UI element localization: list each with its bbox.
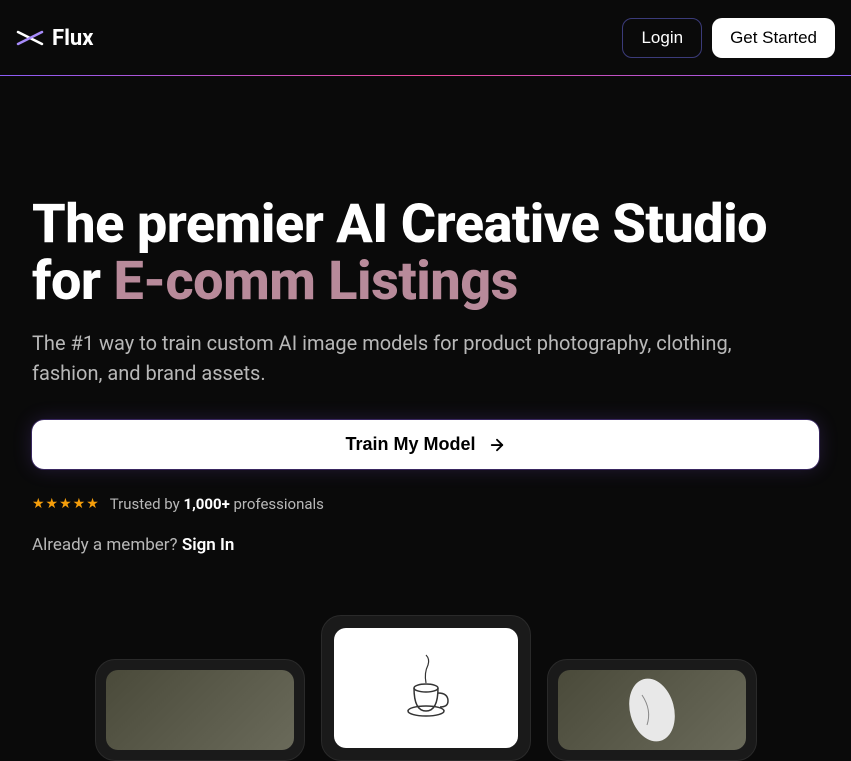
logo-icon	[16, 24, 44, 52]
hero-subtitle: The #1 way to train custom AI image mode…	[32, 328, 792, 388]
nav-buttons: Login Get Started	[622, 18, 835, 58]
member-prompt: Already a member?	[32, 535, 182, 555]
hero-title-highlight: E-comm Listings	[113, 250, 517, 313]
get-started-button[interactable]: Get Started	[712, 18, 835, 58]
login-button[interactable]: Login	[622, 18, 702, 58]
trust-text: Trusted by 1,000+ professionals	[110, 495, 324, 513]
hero-section: The premier AI Creative Studio for E-com…	[0, 77, 851, 555]
sign-in-link[interactable]: Sign In	[182, 535, 235, 555]
arrow-right-icon	[488, 436, 506, 454]
brand-name: Flux	[52, 26, 93, 51]
trust-prefix: Trusted by	[110, 495, 184, 513]
preview-image-right	[558, 670, 746, 750]
member-row: Already a member? Sign In	[32, 535, 819, 555]
preview-cards	[0, 615, 851, 761]
trust-count: 1,000+	[183, 495, 229, 513]
header: Flux Login Get Started	[0, 0, 851, 77]
preview-card-left	[95, 659, 305, 761]
preview-image-left	[106, 670, 294, 750]
preview-card-center	[321, 615, 531, 761]
preview-card-right	[547, 659, 757, 761]
hero-title: The premier AI Creative Studio for E-com…	[32, 197, 819, 310]
logo[interactable]: Flux	[16, 24, 93, 52]
cta-label: Train My Model	[345, 434, 475, 455]
trust-suffix: professionals	[230, 495, 324, 513]
star-rating-icon: ★★★★★	[32, 496, 100, 512]
preview-image-center	[334, 628, 518, 748]
trust-row: ★★★★★ Trusted by 1,000+ professionals	[32, 495, 819, 513]
train-model-button[interactable]: Train My Model	[32, 420, 819, 469]
